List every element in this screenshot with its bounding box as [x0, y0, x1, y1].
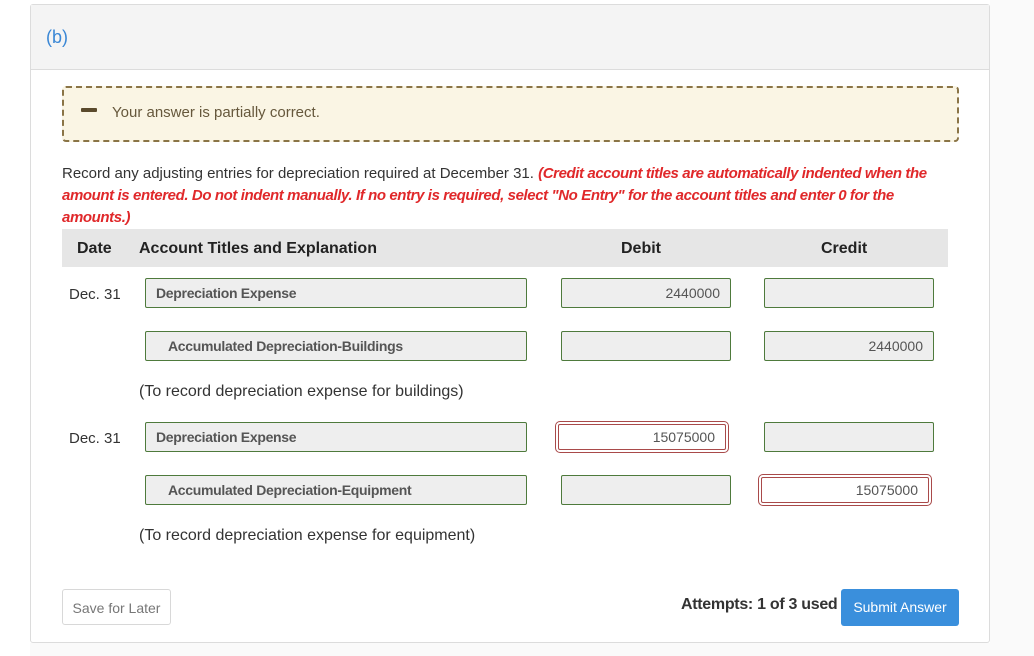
- header-debit: Debit: [621, 240, 661, 257]
- debit-input[interactable]: [561, 331, 731, 361]
- header-credit: Credit: [821, 240, 868, 257]
- entry-date: Dec. 31: [69, 286, 121, 303]
- debit-input-incorrect[interactable]: 15075000: [555, 421, 729, 453]
- part-label: (b): [46, 27, 68, 47]
- page-background-bottom: [30, 643, 990, 656]
- attempts-counter: Attempts: 1 of 3 used: [681, 596, 838, 613]
- submit-answer-button[interactable]: Submit Answer: [841, 589, 959, 626]
- instructions-main: Record any adjusting entries for depreci…: [62, 165, 539, 182]
- account-title-input[interactable]: Depreciation Expense: [145, 278, 527, 308]
- panel-header: (b): [31, 5, 989, 70]
- credit-input-incorrect[interactable]: 15075000: [758, 474, 932, 506]
- save-for-later-button[interactable]: Save for Later: [62, 589, 171, 625]
- entry-date: Dec. 31: [69, 430, 121, 447]
- account-title-input[interactable]: Accumulated Depreciation-Buildings: [145, 331, 527, 361]
- credit-input[interactable]: [764, 278, 934, 308]
- instructions: Record any adjusting entries for depreci…: [62, 163, 962, 229]
- alert-text: Your answer is partially correct.: [112, 104, 320, 121]
- entry-explanation: (To record depreciation expense for buil…: [139, 383, 464, 400]
- question-panel: (b) Your answer is partially correct. Re…: [30, 4, 990, 643]
- partial-correct-alert: Your answer is partially correct.: [62, 86, 959, 142]
- journal-table-header: Date Account Titles and Explanation Debi…: [62, 229, 948, 267]
- credit-input[interactable]: 2440000: [764, 331, 934, 361]
- account-title-input[interactable]: Depreciation Expense: [145, 422, 527, 452]
- debit-input[interactable]: [561, 475, 731, 505]
- header-account: Account Titles and Explanation: [139, 240, 377, 257]
- minus-icon: [81, 108, 97, 112]
- credit-input[interactable]: [764, 422, 934, 452]
- page-background: [990, 0, 1034, 656]
- entry-explanation: (To record depreciation expense for equi…: [139, 527, 476, 544]
- account-title-input[interactable]: Accumulated Depreciation-Equipment: [145, 475, 527, 505]
- header-date: Date: [77, 240, 112, 257]
- debit-input[interactable]: 2440000: [561, 278, 731, 308]
